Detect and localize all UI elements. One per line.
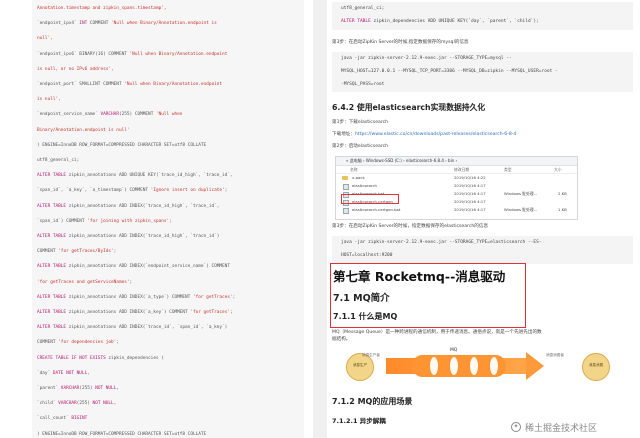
download-line: 下载地址：https://www.elastic.co/cn/downloads… [332,132,516,138]
code-line: CREATE TABLE IF NOT EXISTS zipkin_depend… [37,355,164,361]
step2-start-text: 第2步：启动elasticsearch [332,144,389,149]
mq-paragraph-line1: MQ（Message Queue）是一种跨进程的通信机制，用于传递消息。通俗点说… [332,330,542,335]
explorer-cell-name: x-pack [352,175,365,180]
column-name: 名称 [350,167,358,172]
explorer-cell-date: 2019/10/16 4:17 [454,191,486,196]
explorer-cell-type: Windows 批处理... [504,207,538,212]
code-line: `endpoint_ipv6` BINARY(16) COMMENT 'Null… [37,51,228,57]
explorer-cell-name: elasticsearch [352,183,377,188]
code-line: -MYSQL_PASS=root [341,82,385,87]
code-line: ALTER TABLE zipkin_annotations ADD INDEX… [37,325,228,331]
step3-mysql-text: 第3步：在启动ZipKin Server的时候,指定数据保存的mysql的信息 [332,40,469,45]
mq-queue-label: MQ [450,348,458,353]
mq-paragraph-line2: 据结构。 [332,337,351,342]
watermark-text: 稀土掘金技术社区 [525,424,598,434]
explorer-cell-date: 2019/10/16 4:17 [454,199,486,204]
section-heading-712: 7.1.2 MQ的应用场景 [332,397,413,406]
code-line: 'for getTraces and getServiceNames'; [37,279,133,285]
explorer-row[interactable]: elasticsearch-certgen.bat 2019/10/16 4:17… [336,207,577,214]
code-line: null', [37,36,53,42]
code-line: Binary/Annotation.endpoint is null' [37,127,130,133]
code-line: java -jar zipkin-server-2.12.9-exec.jar … [341,56,512,61]
explorer-address-bar: « 此电脑 › Windows-SSD (C:) › elasticsearch… [336,157,577,166]
explorer-cell-size: 1 KB [558,207,567,212]
consumer-label: 消息消费者 [546,353,564,357]
code-line: ALTER TABLE zipkin_annotations ADD INDEX… [37,234,220,239]
code-line: `day` DATE NOT NULL, [37,370,90,376]
explorer-cell-date: 2019/10/16 4:22 [454,175,486,180]
code-line: ALTER TABLE zipkin_annotations ADD INDEX… [37,203,220,209]
code-line: HOST=localhost:9200 [341,253,393,258]
right-page: utf8_general_ci; ALTER TABLE zipkin_depen… [327,0,640,438]
code-line: `span_id`) COMMENT 'for joining with zip… [37,218,172,224]
code-line: MYSQL_HOST=127.0.0.1 --MYSQL_TCP_PORT=33… [341,69,558,74]
code-line: `endpoint_port` SMALLINT COMMENT 'Null w… [37,82,223,87]
left-page: Annotation.timestamp and zipkin_spans.ti… [0,0,313,438]
code-line: ALTER TABLE zipkin_annotations ADD INDEX… [37,310,233,315]
code-line: utf8_general_ci; [37,158,80,163]
queue-segment [490,357,498,375]
chapter-title: 第七章 Rocketmq--消息驱动 [333,269,506,284]
file-explorer-screenshot: « 此电脑 › Windows-SSD (C:) › elasticsearch… [335,156,578,220]
download-label: 下载地址： [332,132,355,137]
explorer-cell-date: 2019/10/16 4:17 [454,207,486,212]
producer-label: 消息生产者 [362,353,380,357]
code-line: is null', [37,97,61,103]
code-line: `child` VARCHAR(255) NOT NULL, [37,401,117,407]
code-line: ALTER TABLE zipkin_dependencies ADD UNIQ… [341,19,539,24]
code-line: ) ENGINE=InnoDB ROW_FORMAT=COMPRESSED CH… [37,431,207,437]
section-heading-71: 7.1 MQ简介 [333,293,390,304]
explorer-path: « 此电脑 › Windows-SSD (C:) › elasticsearch… [346,158,458,163]
code-line: utf8_general_ci; [341,6,385,11]
highlight-box-bat [341,194,399,204]
queue-segment [470,357,478,375]
code-line: is null, or no IPv6 address', [37,66,114,72]
folder-icon [342,176,348,180]
queue-segment [430,357,438,375]
code-line: COMMENT 'for dependencies job'; [37,340,119,346]
juejin-logo-icon: ✦ [511,422,521,432]
page-gutter [313,0,327,438]
explorer-cell-size: 2 KB [558,191,567,196]
column-date: 修改日期 [454,167,470,172]
code-line: ALTER TABLE zipkin_annotations ADD INDEX… [37,294,236,300]
column-size: 大小 [554,167,562,172]
step3-es-text: 第3步：在启动ZipKin Server的时候，指定数据保存的elasticse… [332,224,489,229]
explorer-column-header: 名称 修改日期 类型 大小 [336,166,577,174]
code-line: Annotation.timestamp and zipkin_spans.ti… [37,6,167,11]
code-line: ALTER TABLE zipkin_annotations ADD INDEX… [37,264,230,270]
mq-arrow-head [526,352,544,380]
code-line: `endpoint_service_name` VARCHAR(255) COM… [37,112,183,118]
code-line: ALTER TABLE zipkin_annotations ADD UNIQU… [37,173,233,179]
explorer-cell-type: Windows 批处理... [504,191,538,196]
code-line: `call_count` BIGINT [37,416,88,422]
explorer-row[interactable]: x-pack 2019/10/16 4:22 [336,175,577,181]
code-line: ) ENGINE=InnoDB ROW_FORMAT=COMPRESSED CH… [37,142,207,148]
code-line: COMMENT 'for getTraces/ByIds'; [37,249,117,255]
section-heading-711: 7.1.1 什么是MQ [333,312,398,321]
column-type: 类型 [504,167,512,172]
file-icon [343,184,349,190]
code-line: `endpoint_ipv4` INT COMMENT 'Null when B… [37,21,217,27]
mq-diagram: 消息生产 MQ 消息生产者 消息消费者 消息消费 [332,348,633,388]
code-line: `parent` VARCHAR(255) NOT NULL, [37,386,119,391]
queue-segment [450,357,458,375]
step1-download-text: 第1步：下载elasticsearch [332,120,389,125]
explorer-row[interactable]: elasticsearch 2019/10/16 4:17 [336,183,577,190]
section-heading-7121: 7.1.2.1 异步解耦 [332,417,386,425]
code-line: `span_id`, `a_key`, `a_timestamp`) COMME… [37,188,228,194]
consumer-node: 消息消费 [582,353,610,381]
file-icon [343,208,349,214]
explorer-cell-name: elasticsearch-certgen.bat [352,207,401,212]
download-link[interactable]: https://www.elastic.co/cn/downloads/past… [355,132,516,137]
code-line: java -jar zipkin-server-2.12.9-exec.jar … [341,240,542,245]
explorer-cell-date: 2019/10/16 4:17 [454,183,486,188]
section-heading-642: 6.4.2 使用elasticsearch实现数据持久化 [332,103,486,112]
